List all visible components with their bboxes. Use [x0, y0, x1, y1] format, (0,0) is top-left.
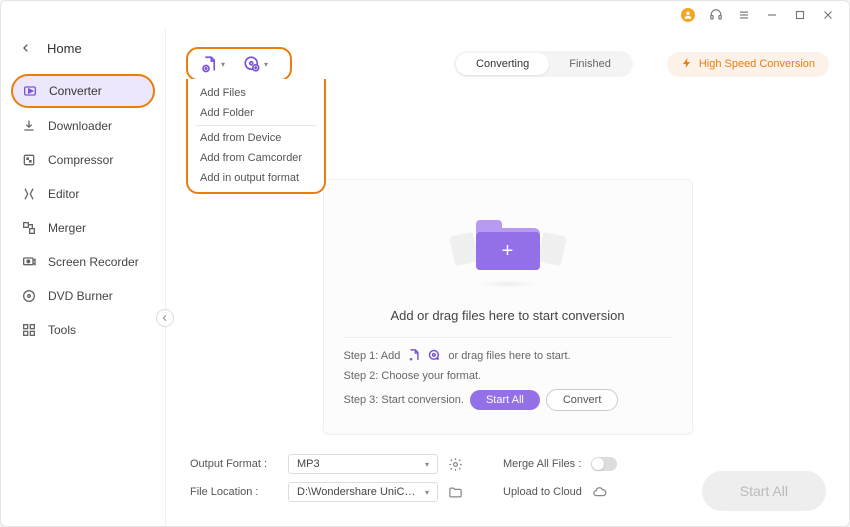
step3-text: Step 3: Start conversion. — [344, 394, 464, 406]
lightning-icon — [681, 57, 693, 72]
titlebar — [1, 1, 849, 29]
dropdown-item-add-folder[interactable]: Add Folder — [188, 103, 324, 123]
step2-text: Step 2: Choose your format. — [344, 370, 482, 382]
dropdown-item-add-device[interactable]: Add from Device — [188, 128, 324, 148]
dvd-icon — [21, 288, 37, 304]
file-location-select[interactable]: D:\Wondershare UniConverter 1 ▾ — [288, 482, 438, 502]
dropdown-item-add-files[interactable]: Add Files — [188, 83, 324, 103]
file-location-value: D:\Wondershare UniConverter 1 — [297, 486, 417, 498]
nav-list: Converter Downloader Compressor Editor M… — [1, 70, 165, 352]
output-format-select[interactable]: MP3 ▾ — [288, 454, 438, 474]
chevron-down-icon: ▾ — [425, 460, 429, 469]
sidebar-item-label: Merger — [48, 221, 86, 235]
tab-converting[interactable]: Converting — [456, 53, 549, 75]
hsc-label: High Speed Conversion — [699, 58, 815, 70]
step-1: Step 1: Add or drag files here to start. — [344, 348, 672, 363]
merger-icon — [21, 220, 37, 236]
converter-icon — [22, 83, 38, 99]
add-dvd-icon — [427, 348, 442, 363]
minimize-button[interactable] — [765, 8, 779, 22]
dropdown-item-add-camcorder[interactable]: Add from Camcorder — [188, 148, 324, 168]
sidebar-item-merger[interactable]: Merger — [11, 212, 155, 244]
editor-icon — [21, 186, 37, 202]
app-body: Home Converter Downloader Compressor Ed — [1, 29, 849, 526]
close-button[interactable] — [821, 8, 835, 22]
merge-toggle[interactable] — [591, 457, 617, 471]
cloud-icon[interactable] — [592, 485, 607, 500]
sidebar-item-tools[interactable]: Tools — [11, 314, 155, 346]
app-window: Home Converter Downloader Compressor Ed — [0, 0, 850, 527]
drop-illustration: + — [344, 202, 672, 292]
add-file-icon — [406, 348, 421, 363]
dropdown-item-add-output[interactable]: Add in output format — [188, 168, 324, 188]
sidebar-item-downloader[interactable]: Downloader — [11, 110, 155, 142]
download-icon — [21, 118, 37, 134]
maximize-button[interactable] — [793, 8, 807, 22]
sidebar-collapse-button[interactable] — [156, 309, 174, 327]
drop-main-text: Add or drag files here to start conversi… — [344, 308, 672, 323]
settings-icon[interactable] — [448, 457, 463, 472]
step1-suffix: or drag files here to start. — [448, 350, 570, 362]
merge-label: Merge All Files : — [503, 458, 581, 470]
user-avatar-icon[interactable] — [681, 8, 695, 22]
sidebar-item-label: Downloader — [48, 119, 112, 133]
plus-icon: + — [502, 240, 514, 263]
add-dropdown: Add Files Add Folder Add from Device Add… — [186, 79, 326, 194]
chevron-down-icon: ▾ — [425, 488, 429, 497]
headset-icon[interactable] — [709, 8, 723, 22]
topbar: ▾ ▾ Add Files Add Folder Add from Device… — [186, 29, 829, 91]
drop-area[interactable]: + Add or drag files here to start conver… — [323, 179, 693, 435]
file-location-label: File Location : — [190, 486, 278, 498]
add-file-button[interactable]: ▾ — [200, 55, 225, 73]
sidebar-item-label: Tools — [48, 323, 76, 337]
compressor-icon — [21, 152, 37, 168]
output-format-label: Output Format : — [190, 458, 278, 470]
steps: Step 1: Add or drag files here to start.… — [344, 337, 672, 411]
start-all-mini-button[interactable]: Start All — [470, 390, 540, 410]
tools-icon — [21, 322, 37, 338]
menu-icon[interactable] — [737, 8, 751, 22]
sidebar-item-editor[interactable]: Editor — [11, 178, 155, 210]
sidebar-item-dvd-burner[interactable]: DVD Burner — [11, 280, 155, 312]
folder-icon[interactable] — [448, 485, 463, 500]
tab-finished[interactable]: Finished — [549, 53, 631, 75]
step-3: Step 3: Start conversion. Start All Conv… — [344, 389, 672, 411]
sidebar-item-label: Screen Recorder — [48, 255, 139, 269]
add-dvd-button[interactable]: ▾ — [243, 55, 268, 73]
home-label: Home — [47, 41, 82, 56]
sidebar-item-label: Editor — [48, 187, 79, 201]
chevron-down-icon: ▾ — [264, 60, 268, 69]
sidebar-item-converter[interactable]: Converter — [11, 74, 155, 108]
home-row[interactable]: Home — [1, 29, 165, 70]
sidebar-item-label: Converter — [49, 84, 102, 98]
screen-recorder-icon — [21, 254, 37, 270]
sidebar-item-label: Compressor — [48, 153, 113, 167]
tab-switch: Converting Finished — [454, 51, 633, 77]
main-panel: ▾ ▾ Add Files Add Folder Add from Device… — [166, 29, 849, 526]
add-button-group: ▾ ▾ Add Files Add Folder Add from Device… — [186, 47, 292, 81]
back-icon[interactable] — [21, 41, 31, 56]
step1-prefix: Step 1: Add — [344, 350, 401, 362]
sidebar-item-screen-recorder[interactable]: Screen Recorder — [11, 246, 155, 278]
output-format-value: MP3 — [297, 458, 320, 470]
convert-mini-button[interactable]: Convert — [546, 389, 619, 411]
chevron-down-icon: ▾ — [221, 60, 225, 69]
step-2: Step 2: Choose your format. — [344, 370, 672, 382]
high-speed-conversion-button[interactable]: High Speed Conversion — [667, 52, 829, 77]
sidebar: Home Converter Downloader Compressor Ed — [1, 29, 166, 526]
start-all-button[interactable]: Start All — [702, 471, 826, 511]
upload-cloud-label: Upload to Cloud — [503, 486, 582, 498]
dropdown-separator — [196, 125, 316, 126]
sidebar-item-label: DVD Burner — [48, 289, 113, 303]
sidebar-item-compressor[interactable]: Compressor — [11, 144, 155, 176]
